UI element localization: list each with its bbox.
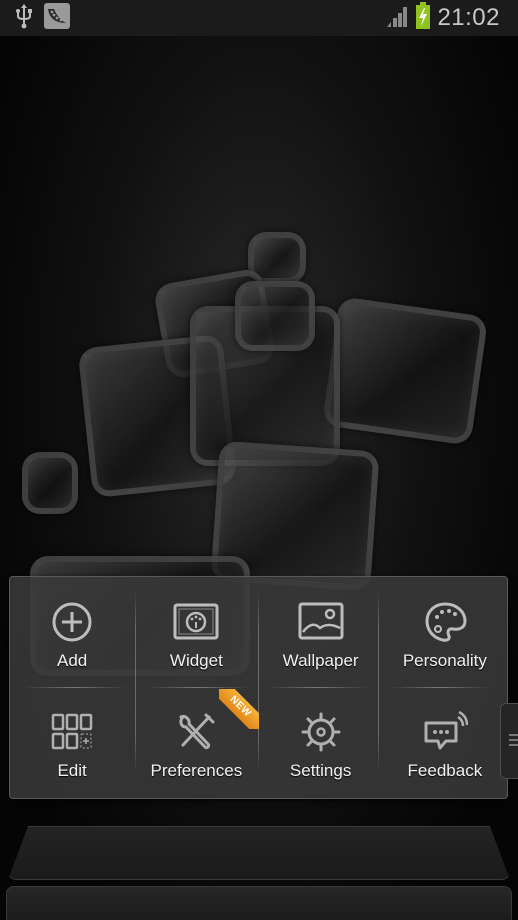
dock-bar xyxy=(6,886,512,920)
palette-icon xyxy=(421,599,469,645)
new-badge: NEW xyxy=(218,689,259,729)
widget-icon xyxy=(172,599,220,645)
feedback-icon xyxy=(421,709,469,755)
launcher-menu: Add Widget Wallpaper Personality Edit Pr… xyxy=(9,576,508,799)
peapod-notification-icon xyxy=(44,2,70,34)
menu-item-label: Preferences xyxy=(150,761,243,780)
grip-icon xyxy=(509,734,518,748)
edit-grid-icon xyxy=(48,709,96,755)
menu-item-wallpaper[interactable]: Wallpaper xyxy=(259,577,383,687)
usb-icon xyxy=(14,3,34,34)
menu-item-settings[interactable]: Settings xyxy=(259,687,383,797)
menu-item-preferences[interactable]: Preferences NEW xyxy=(134,687,259,797)
gear-icon xyxy=(297,709,345,755)
drawer-handle[interactable] xyxy=(500,703,518,779)
menu-item-label: Wallpaper xyxy=(282,651,359,670)
menu-item-label: Add xyxy=(57,651,88,670)
menu-item-feedback[interactable]: Feedback xyxy=(383,687,507,797)
menu-item-widget[interactable]: Widget xyxy=(134,577,258,687)
wallpaper-cube xyxy=(235,281,315,351)
status-bar: 21:02 xyxy=(0,0,518,36)
menu-item-label: Settings xyxy=(289,761,352,780)
wallpaper-icon xyxy=(297,599,345,645)
menu-item-label: Widget xyxy=(169,651,223,670)
menu-item-add[interactable]: Add xyxy=(10,577,134,687)
menu-item-personality[interactable]: Personality xyxy=(383,577,507,687)
tools-icon xyxy=(172,709,220,755)
menu-item-label: Feedback xyxy=(407,761,483,780)
new-badge-label: NEW xyxy=(218,689,259,729)
menu-item-label: Edit xyxy=(57,761,87,780)
clock: 21:02 xyxy=(437,4,500,31)
menu-item-edit[interactable]: Edit xyxy=(10,687,134,797)
battery-charging-icon xyxy=(415,1,431,35)
wallpaper-cube xyxy=(22,452,78,514)
add-circle-icon xyxy=(48,599,96,645)
wallpaper-cube xyxy=(321,296,489,446)
menu-item-label: Personality xyxy=(402,651,487,670)
signal-icon xyxy=(385,5,409,32)
dock-shelf xyxy=(8,826,510,880)
